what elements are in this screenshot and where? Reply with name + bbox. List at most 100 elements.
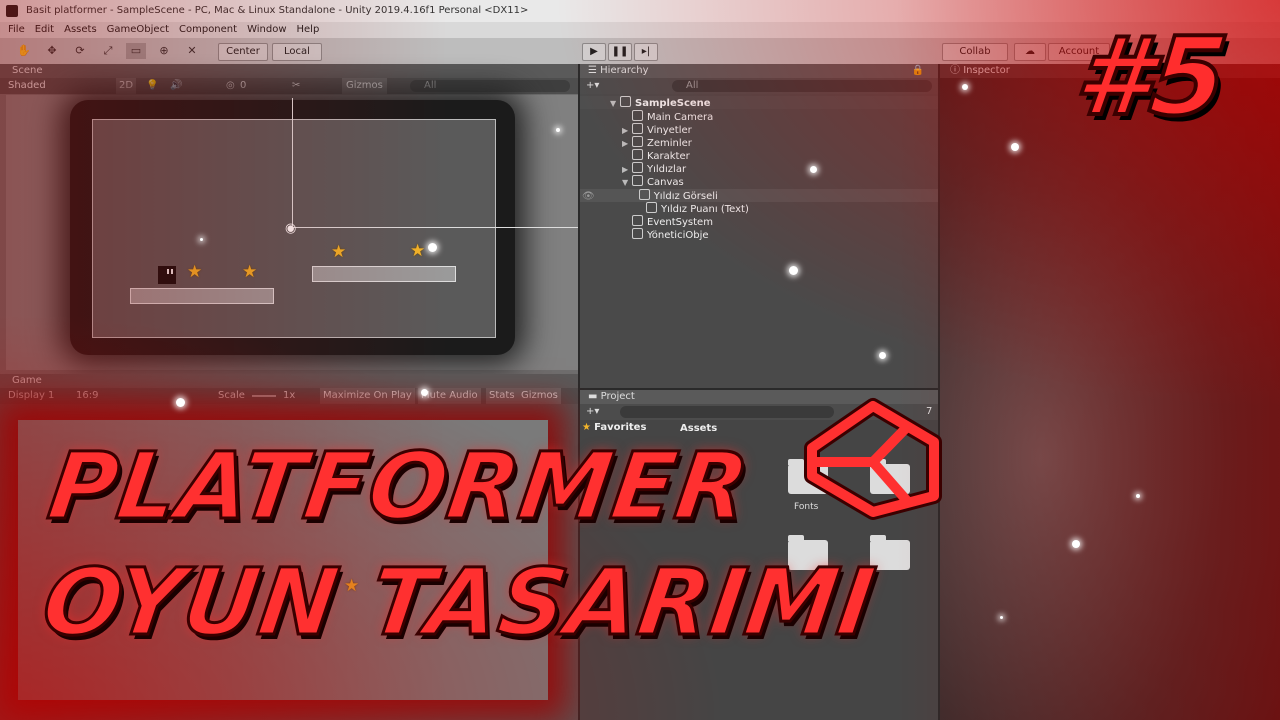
thumbnail-title-line2: OYUN TASARIMI — [35, 548, 883, 658]
maximize-on-play-toggle[interactable]: Maximize On Play — [320, 388, 415, 404]
hierarchy-item[interactable]: EventSystem — [580, 215, 713, 228]
project-tab[interactable]: Project — [601, 391, 635, 402]
hierarchy-item-label: Main Camera — [647, 112, 714, 123]
sparkle — [962, 84, 968, 90]
menu-gameobject[interactable]: GameObject — [107, 24, 169, 35]
scale-label: Scale — [218, 390, 245, 401]
sparkle — [556, 128, 560, 132]
camera-icon[interactable]: ◉ — [285, 221, 296, 236]
scale-value: 1x — [283, 390, 296, 401]
hierarchy-tab-header: ☰ Hierarchy 🔒 — [580, 64, 938, 78]
episode-number: #5 — [1067, 13, 1234, 142]
menu-edit[interactable]: Edit — [35, 24, 54, 35]
pause-button[interactable]: ❚❚ — [608, 43, 632, 61]
hierarchy-list-icon: ☰ — [588, 65, 597, 76]
create-plus-icon[interactable]: +▾ — [586, 404, 599, 420]
star-icon[interactable]: ★ — [331, 244, 346, 261]
gizmos-dropdown[interactable]: Gizmos — [342, 78, 387, 94]
hierarchy-search-input[interactable]: All — [672, 80, 932, 92]
collab-button[interactable]: Collab — [942, 43, 1008, 61]
menu-assets[interactable]: Assets — [64, 24, 97, 35]
hierarchy-item[interactable]: ▶ Vinyetler — [580, 123, 692, 136]
hierarchy-item-label: Zeminler — [647, 138, 692, 149]
display-dropdown[interactable]: Display 1 — [8, 388, 54, 404]
hierarchy-toolbar: +▾ All — [580, 78, 938, 94]
sparkle — [176, 398, 185, 407]
shading-mode-dropdown[interactable]: Shaded — [8, 78, 46, 94]
aspect-dropdown[interactable]: 16:9 — [76, 388, 98, 404]
scene-toolbar: Shaded 2D 💡 🔊 ◎ 0 ✂ Gizmos All — [0, 78, 578, 94]
window-title: Basit platformer - SampleScene - PC, Mac… — [26, 5, 529, 16]
ground-platform[interactable] — [312, 266, 456, 282]
pivot-local-button[interactable]: Local — [272, 43, 322, 61]
gameobject-icon — [632, 162, 643, 173]
play-button[interactable]: ▶ — [582, 43, 606, 61]
hand-tool-icon[interactable]: ✋ — [14, 43, 34, 59]
game-tab-header: Game — [0, 374, 578, 388]
tools-icon[interactable]: ✂ — [292, 78, 300, 94]
camera-gizmo-line-h — [292, 227, 578, 228]
stats-toggle[interactable]: Stats — [486, 388, 518, 404]
scene-tab[interactable]: Scene — [12, 65, 43, 76]
hierarchy-item-label: Vinyetler — [647, 125, 692, 136]
hierarchy-tab[interactable]: Hierarchy — [600, 65, 648, 76]
camera-gizmo-line — [292, 98, 293, 226]
gameobject-icon — [638, 189, 650, 200]
menu-component[interactable]: Component — [179, 24, 237, 35]
unity-icon — [6, 5, 18, 17]
hierarchy-item[interactable]: 👁 Yıldız Görseli — [580, 189, 938, 202]
game-tab[interactable]: Game — [12, 375, 42, 386]
sparkle — [1072, 540, 1080, 548]
cloud-icon[interactable]: ☁ — [1014, 43, 1046, 61]
sparkle — [789, 266, 798, 275]
game-gizmos-dropdown[interactable]: Gizmos — [518, 388, 561, 404]
lock-icon[interactable]: 🔒 — [912, 64, 924, 78]
hierarchy-item[interactable]: ▼ SampleScene — [580, 96, 938, 109]
thumbnail-title-line1: PLATFORMER — [41, 432, 757, 542]
hierarchy-item-label: YöneticiObje — [647, 230, 709, 241]
lighting-icon[interactable]: 💡 — [146, 78, 158, 94]
scale-slider[interactable] — [252, 395, 276, 397]
menu-file[interactable]: File — [8, 24, 25, 35]
player-character[interactable] — [158, 266, 176, 284]
sparkle — [428, 243, 437, 252]
gameobject-icon — [632, 123, 643, 134]
inspector-tab[interactable]: Inspector — [963, 65, 1010, 76]
hierarchy-item[interactable]: Main Camera — [580, 110, 713, 123]
hidden-layers-icon[interactable]: ◎ — [226, 78, 235, 94]
2d-toggle[interactable]: 2D — [116, 78, 137, 94]
star-icon[interactable]: ★ — [242, 264, 257, 281]
scene-search-input[interactable]: All — [410, 80, 570, 92]
hierarchy-item[interactable]: ▼ Canvas — [580, 175, 684, 188]
move-tool-icon[interactable]: ✥ — [42, 43, 62, 59]
gameobject-icon — [632, 110, 643, 121]
custom-tool-icon[interactable]: ✕ — [182, 43, 202, 59]
menu-help[interactable]: Help — [297, 24, 320, 35]
rotate-tool-icon[interactable]: ⟳ — [70, 43, 90, 59]
hierarchy-item[interactable]: ▶ Yıldızlar — [580, 162, 686, 175]
audio-icon[interactable]: 🔊 — [170, 78, 182, 94]
scene-icon — [620, 96, 631, 107]
folder-icon: ▬ — [588, 391, 598, 402]
hierarchy-item[interactable]: YöneticiObje — [580, 228, 709, 241]
transform-tool-icon[interactable]: ⊕ — [154, 43, 174, 59]
gameobject-icon — [632, 228, 643, 239]
pivot-center-button[interactable]: Center — [218, 43, 268, 61]
visibility-eye-icon[interactable]: 👁 — [582, 191, 595, 202]
hierarchy-item-label: SampleScene — [635, 98, 711, 109]
hierarchy-item-label: EventSystem — [647, 217, 713, 228]
menu-window[interactable]: Window — [247, 24, 286, 35]
ground-platform[interactable] — [130, 288, 274, 304]
scale-tool-icon[interactable]: ⤢ — [98, 43, 118, 59]
hierarchy-item[interactable]: Karakter — [580, 149, 690, 162]
hierarchy-item[interactable]: ▶ Zeminler — [580, 136, 692, 149]
hierarchy-item[interactable]: Yıldız Puanı (Text) — [580, 202, 749, 215]
star-icon[interactable]: ★ — [410, 243, 425, 260]
sparkle — [1011, 143, 1019, 151]
step-button[interactable]: ▸| — [634, 43, 658, 61]
gameobject-icon — [632, 175, 643, 186]
hierarchy-item-label: Canvas — [647, 177, 684, 188]
rect-tool-icon[interactable]: ▭ — [126, 43, 146, 59]
star-icon[interactable]: ★ — [187, 264, 202, 281]
create-plus-icon[interactable]: +▾ — [586, 78, 599, 94]
